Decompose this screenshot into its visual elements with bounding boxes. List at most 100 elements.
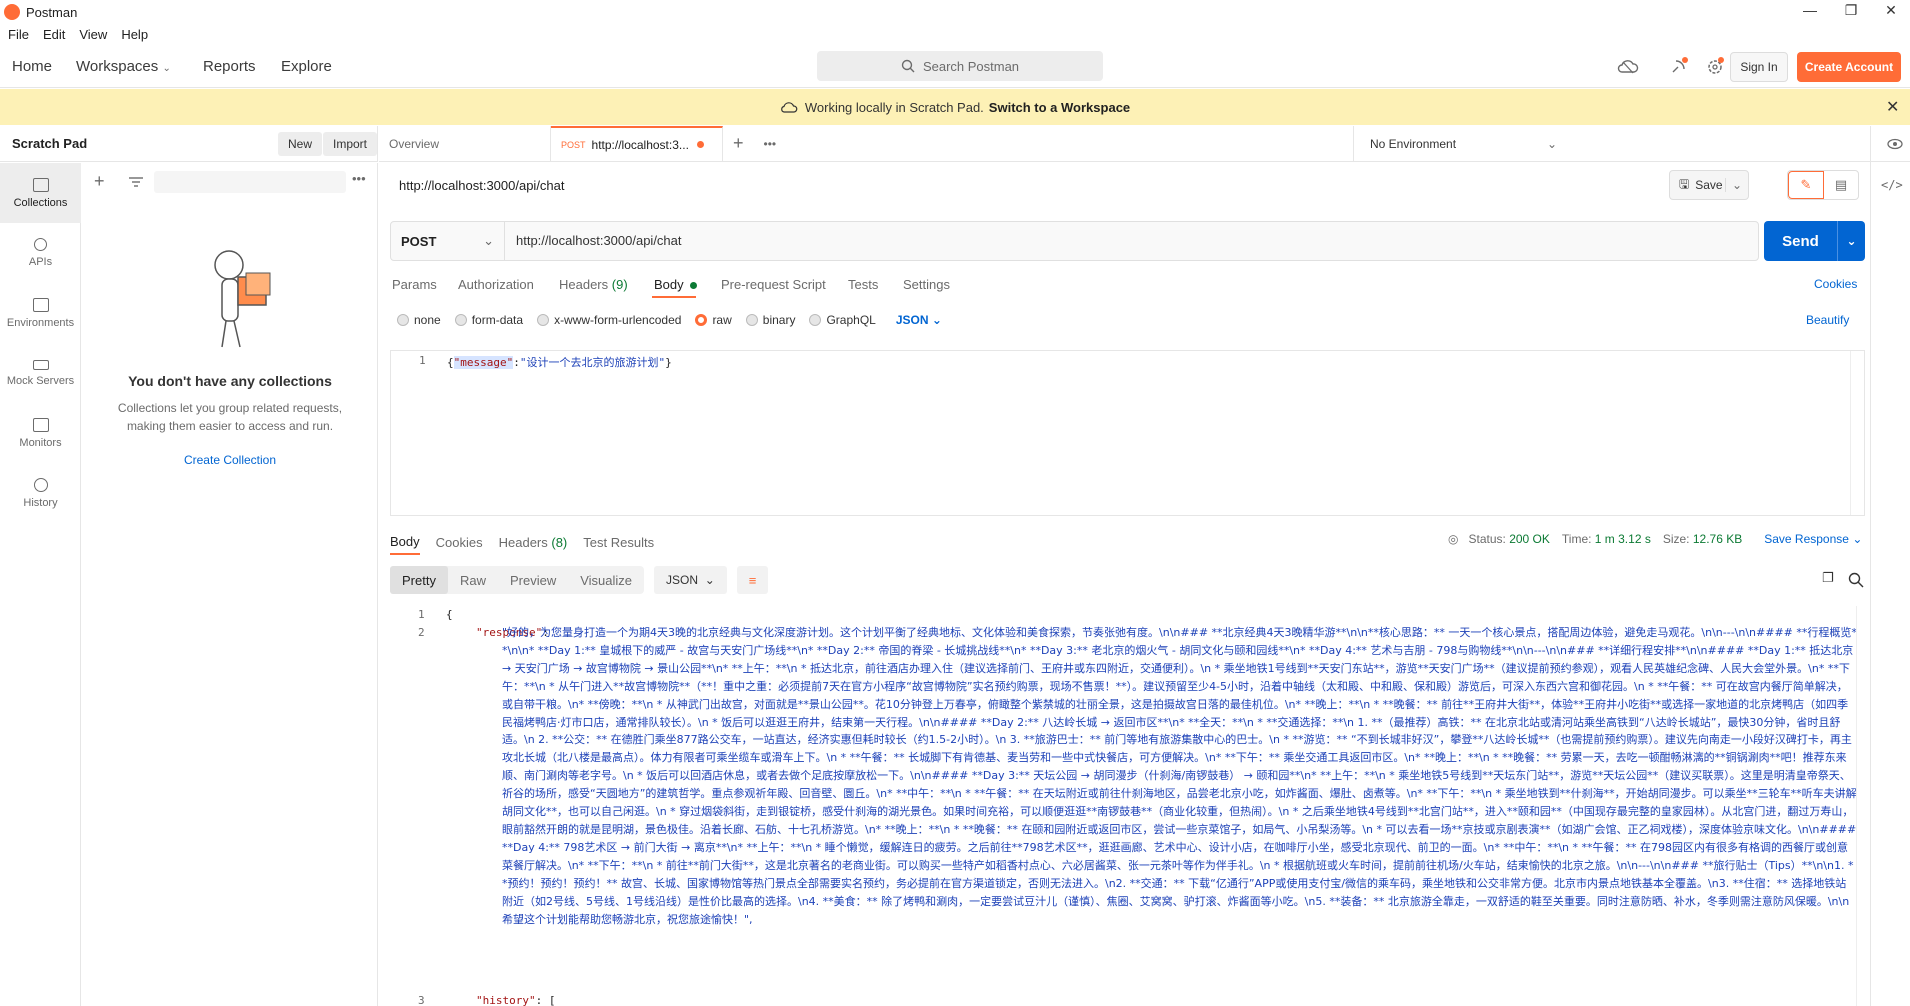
wrap-lines-icon[interactable]: ≡ [736, 566, 769, 594]
line-number-3: 3 [418, 994, 425, 1006]
url-input[interactable]: http://localhost:3000/api/chat [516, 233, 682, 248]
create-account-button[interactable]: Create Account [1797, 52, 1901, 82]
chevron-down-icon[interactable]: ⌄ [1837, 221, 1865, 261]
search-icon[interactable] [1848, 572, 1864, 588]
tab-overview[interactable]: Overview [379, 125, 551, 162]
tab-headers-label: Headers [559, 277, 609, 292]
sidebar-item-mock-servers[interactable]: Mock Servers [0, 343, 81, 403]
close-icon[interactable]: ✕ [1876, 2, 1906, 19]
view-visualize[interactable]: Visualize [568, 566, 644, 594]
nav-explore[interactable]: Explore [281, 58, 332, 75]
tab-settings[interactable]: Settings [903, 277, 950, 292]
filter-icon[interactable] [128, 176, 144, 188]
nav-home[interactable]: Home [12, 58, 52, 75]
radio-urlencoded[interactable]: x-www-form-urlencoded [537, 313, 681, 327]
edit-pencil-icon[interactable]: ✎ [1788, 171, 1824, 199]
response-body[interactable]: 1 { 2 "response": "好的，为您量身打造一个为期4天3晚的北京经… [390, 606, 1870, 1006]
menu-view[interactable]: View [79, 27, 107, 42]
new-button[interactable]: New [278, 132, 323, 156]
tab-body[interactable]: Body [654, 277, 698, 292]
apis-icon [34, 238, 47, 251]
resp-tab-tests[interactable]: Test Results [583, 535, 654, 554]
response-size[interactable]: 12.76 KB [1693, 532, 1742, 546]
view-preview[interactable]: Preview [498, 566, 568, 594]
cloud-offline-icon[interactable] [1617, 58, 1639, 74]
radio-form-data[interactable]: form-data [454, 313, 523, 327]
chevron-down-icon: ⌄ [1724, 178, 1742, 192]
restore-icon[interactable]: ❐ [1836, 2, 1866, 19]
radio-graphql[interactable]: GraphQL [809, 313, 876, 327]
sidebar-item-apis[interactable]: APIs [0, 223, 81, 283]
menu-help[interactable]: Help [121, 27, 148, 42]
send-button[interactable]: Send ⌄ [1764, 221, 1865, 261]
beautify-link[interactable]: Beautify [1806, 313, 1849, 327]
scratch-pad-title: Scratch Pad [12, 136, 88, 151]
radio-icon [397, 314, 409, 326]
request-body-code: {"message":"设计一个去北京的旅游计划"} [447, 354, 672, 370]
create-collection-link[interactable]: Create Collection [82, 453, 378, 467]
empty-collections-desc2: making them easier to access and run. [126, 419, 334, 433]
more-options-icon[interactable]: ••• [352, 171, 366, 186]
view-mode-toggle: ✎ ▤ [1787, 170, 1859, 200]
resp-tab-headers[interactable]: Headers (8) [499, 535, 568, 554]
copy-icon[interactable]: ❐ [1822, 570, 1834, 586]
nav-reports[interactable]: Reports [203, 58, 256, 75]
mock-servers-icon [32, 359, 49, 370]
sidebar-item-collections[interactable]: Collections [0, 163, 81, 223]
resp-tab-cookies[interactable]: Cookies [436, 535, 483, 554]
sidebar-item-environments[interactable]: Environments [0, 283, 81, 343]
search-input[interactable]: Search Postman [817, 51, 1103, 81]
nav-workspaces[interactable]: Workspaces ⌄ [76, 58, 171, 75]
sidebar-item-label: History [23, 496, 58, 509]
menu-file[interactable]: File [8, 27, 29, 42]
response-language-select[interactable]: JSON ⌄ [654, 566, 727, 594]
save-button[interactable]: 🖫 Save ⌄ [1669, 170, 1749, 200]
unsaved-dot-icon [696, 141, 704, 148]
status-label: Status: [1468, 532, 1506, 546]
body-language-select[interactable]: JSON ⌄ [896, 313, 942, 327]
sidebar-item-monitors[interactable]: Monitors [0, 403, 81, 463]
tab-authorization[interactable]: Authorization [458, 277, 534, 292]
request-name[interactable]: http://localhost:3000/api/chat [399, 178, 565, 193]
save-label: Save [1695, 178, 1723, 192]
astronaut-illustration-icon [214, 250, 271, 348]
switch-workspace-link[interactable]: Switch to a Workspace [989, 100, 1130, 115]
response-language-label: JSON [666, 573, 699, 587]
status-badge[interactable]: 200 OK [1509, 532, 1550, 546]
environment-select[interactable]: No Environment ⌄ [1353, 126, 1569, 162]
method-select[interactable]: POST ⌄ [391, 222, 505, 260]
new-tab-icon[interactable]: + [723, 126, 754, 162]
tab-overflow-icon[interactable]: ••• [754, 126, 787, 162]
code-icon[interactable]: </> [1881, 178, 1903, 192]
response-scrollbar[interactable] [1856, 606, 1868, 1006]
tab-prerequest[interactable]: Pre-request Script [721, 277, 826, 292]
send-label: Send [1782, 232, 1819, 250]
satellite-icon[interactable] [1669, 56, 1689, 76]
tab-tests[interactable]: Tests [848, 277, 878, 292]
minimize-icon[interactable]: — [1795, 2, 1825, 18]
tab-active-request[interactable]: POST http://localhost:3... [551, 125, 723, 162]
collection-search-input[interactable] [154, 171, 346, 193]
view-pretty[interactable]: Pretty [390, 566, 448, 594]
import-button[interactable]: Import [323, 132, 378, 156]
view-raw[interactable]: Raw [448, 566, 498, 594]
radio-none[interactable]: none [397, 313, 441, 327]
globe-icon[interactable]: ◎ [1448, 532, 1458, 546]
response-time[interactable]: 1 m 3.12 s [1595, 532, 1651, 546]
banner-close-icon[interactable]: ✕ [1886, 97, 1899, 117]
settings-gear-icon[interactable] [1706, 56, 1726, 76]
radio-raw[interactable]: raw [695, 313, 732, 327]
menu-edit[interactable]: Edit [43, 27, 65, 42]
tab-headers[interactable]: Headers (9) [559, 277, 628, 292]
request-body-editor[interactable]: 1 {"message":"设计一个去北京的旅游计划"} [390, 350, 1865, 516]
tab-params[interactable]: Params [392, 277, 437, 292]
radio-binary[interactable]: binary [745, 313, 795, 327]
resp-tab-body[interactable]: Body [390, 534, 420, 555]
save-response-button[interactable]: Save Response ⌄ [1764, 532, 1862, 546]
add-collection-icon[interactable]: + [94, 171, 105, 192]
sign-in-button[interactable]: Sign In [1730, 52, 1788, 82]
comments-icon[interactable]: ▤ [1824, 171, 1858, 199]
sidebar-item-history[interactable]: History [0, 463, 81, 523]
cookies-link[interactable]: Cookies [1814, 277, 1857, 291]
editor-scrollbar[interactable] [1850, 351, 1864, 515]
